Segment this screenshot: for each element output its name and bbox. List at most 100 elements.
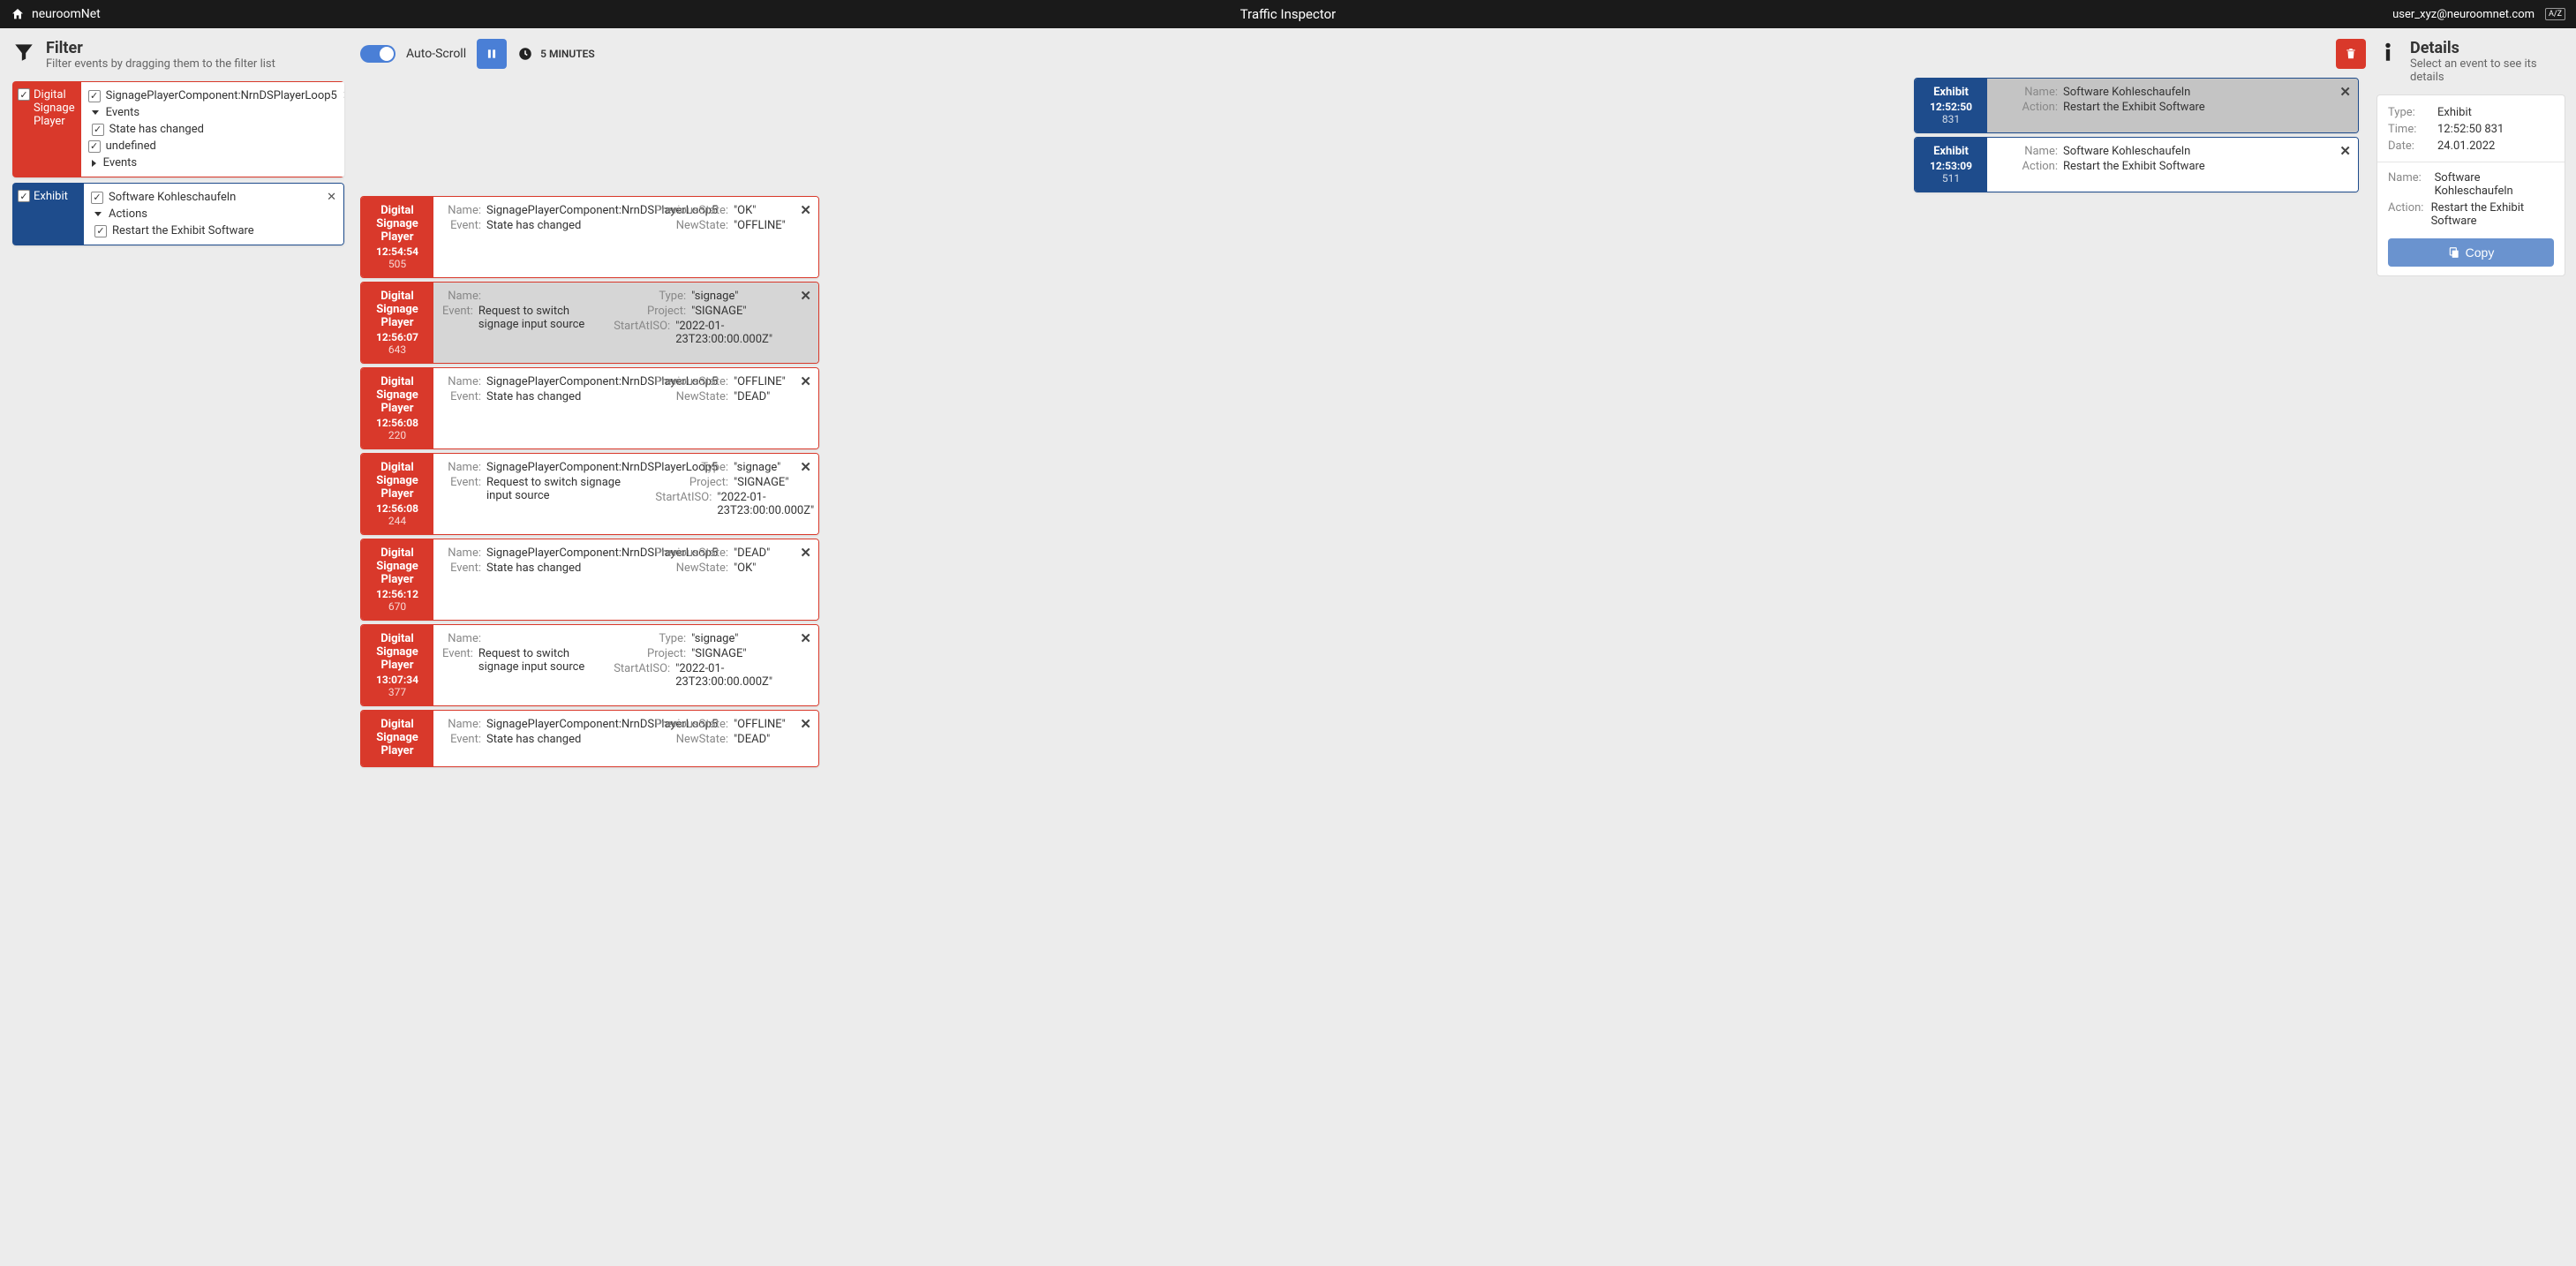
event-close-icon[interactable]: ✕ — [2339, 84, 2351, 100]
event-key: StartAtISO: — [612, 320, 675, 346]
details-title: Details — [2410, 39, 2565, 57]
checkbox[interactable] — [88, 90, 101, 102]
filter-row[interactable]: Software Kohleschaufeln ✕ — [91, 189, 336, 206]
details-value: Restart the Exhibit Software — [2431, 201, 2554, 228]
event-value: "SIGNAGE" — [734, 476, 788, 489]
brand-name[interactable]: neuroomNet — [32, 7, 101, 21]
event-key: NewState: — [654, 733, 734, 746]
filter-group-checkbox[interactable] — [18, 190, 30, 202]
event-card[interactable]: Digital Signage Player12:56:08 244Name:S… — [360, 453, 819, 535]
pause-button[interactable] — [477, 39, 507, 69]
filter-row[interactable]: Restart the Exhibit Software — [91, 222, 336, 239]
event-tag: Digital Signage Player12:56:12 670 — [361, 539, 433, 620]
filter-row[interactable]: Actions — [91, 206, 336, 222]
filter-group-label[interactable]: Exhibit — [12, 183, 83, 245]
event-key: NewState: — [654, 561, 734, 575]
filter-group-checkbox[interactable] — [18, 88, 30, 101]
event-close-icon[interactable]: ✕ — [800, 459, 811, 475]
details-value: 12:52:50 831 — [2437, 123, 2504, 136]
event-card[interactable]: Exhibit12:52:50 831Name:Software Kohlesc… — [1914, 78, 2359, 133]
event-value: "OK" — [734, 561, 756, 575]
filter-icon — [12, 41, 35, 64]
event-key: StartAtISO: — [654, 491, 717, 517]
event-card[interactable]: Digital Signage Player12:56:12 670Name:S… — [360, 539, 819, 621]
event-key: Name: — [1996, 86, 2063, 99]
event-close-icon[interactable]: ✕ — [800, 288, 811, 304]
event-key: Name: — [442, 204, 486, 217]
event-value: SignagePlayerComponent:NrnDSPlayerLoop5 — [486, 204, 645, 217]
event-card[interactable]: Digital Signage Player12:56:08 220Name:S… — [360, 367, 819, 449]
caret-icon — [94, 212, 102, 216]
details-card: Type:ExhibitTime:12:52:50 831Date:24.01.… — [2376, 94, 2565, 276]
event-card[interactable]: Digital Signage Player Name:SignagePlaye… — [360, 710, 819, 767]
event-key: Event: — [442, 647, 478, 674]
autoscroll-toggle[interactable] — [360, 45, 395, 63]
filter-subtitle: Filter events by dragging them to the fi… — [46, 57, 275, 71]
event-close-icon[interactable]: ✕ — [800, 630, 811, 646]
filter-row[interactable]: State has changed — [88, 121, 344, 138]
event-close-icon[interactable]: ✕ — [800, 545, 811, 561]
event-tag: Digital Signage Player12:56:08 244 — [361, 454, 433, 534]
event-value: "DEAD" — [734, 390, 770, 403]
copy-button[interactable]: Copy — [2388, 238, 2554, 267]
event-tag: Exhibit12:52:50 831 — [1915, 79, 1987, 132]
event-key: PreviousState: — [654, 718, 734, 731]
event-tag: Digital Signage Player13:07:34 377 — [361, 625, 433, 705]
details-key: Action: — [2388, 201, 2431, 228]
filter-row-text: Actions — [109, 207, 147, 221]
event-card[interactable]: Digital Signage Player13:07:34 377Name:E… — [360, 624, 819, 706]
copy-label: Copy — [2466, 245, 2495, 260]
filter-row[interactable]: Events — [88, 104, 344, 121]
event-value: "OFFLINE" — [734, 219, 786, 232]
language-icon[interactable]: A/Z — [2545, 8, 2565, 20]
event-card[interactable]: Digital Signage Player12:56:07 643Name:E… — [360, 282, 819, 364]
checkbox[interactable] — [92, 124, 104, 136]
details-key: Date: — [2388, 139, 2437, 153]
event-key: Project: — [654, 476, 734, 489]
event-value: Restart the Exhibit Software — [2063, 160, 2205, 173]
event-close-icon[interactable]: ✕ — [800, 373, 811, 389]
details-key: Time: — [2388, 123, 2437, 136]
checkbox[interactable] — [91, 192, 103, 204]
copy-icon — [2448, 246, 2460, 259]
event-card[interactable]: Digital Signage Player12:54:54 505Name:S… — [360, 196, 819, 278]
event-close-icon[interactable]: ✕ — [800, 202, 811, 218]
remove-filter-icon[interactable]: ✕ — [327, 191, 336, 204]
event-key: Event: — [442, 390, 486, 403]
event-value: "2022-01-23T23:00:00.000Z" — [717, 491, 819, 517]
user-email[interactable]: user_xyz@neuroomnet.com — [2392, 8, 2535, 21]
filter-row[interactable]: Events — [88, 154, 344, 171]
event-close-icon[interactable]: ✕ — [2339, 143, 2351, 159]
event-tag: Exhibit12:53:09 511 — [1915, 138, 1987, 192]
interval-label[interactable]: 5 MINUTES — [540, 48, 595, 60]
caret-icon — [92, 110, 99, 115]
filter-row[interactable]: undefined — [88, 138, 344, 154]
caret-icon — [92, 160, 96, 167]
event-tag: Digital Signage Player12:56:07 643 — [361, 283, 433, 363]
checkbox[interactable] — [88, 140, 101, 153]
details-header: Details Select an event to see its detai… — [2376, 39, 2565, 84]
home-icon[interactable] — [11, 7, 25, 21]
event-value: "OFFLINE" — [734, 718, 786, 731]
filter-row[interactable]: SignagePlayerComponent:NrnDSPlayerLoop5✕ — [88, 87, 344, 104]
event-key: Name: — [442, 546, 486, 560]
clear-button[interactable] — [2336, 39, 2366, 69]
event-value: "OK" — [734, 204, 756, 217]
event-card[interactable]: Exhibit12:53:09 511Name:Software Kohlesc… — [1914, 137, 2359, 192]
event-value: Request to switch signage input source — [478, 647, 603, 674]
event-key: NewState: — [654, 390, 734, 403]
details-value: Software Kohleschaufeln — [2435, 171, 2554, 198]
pause-icon — [486, 48, 498, 60]
event-value: "SIGNAGE" — [691, 647, 746, 660]
filter-group-label[interactable]: Digital Signage Player — [12, 81, 80, 177]
event-close-icon[interactable]: ✕ — [800, 716, 811, 732]
event-value: Restart the Exhibit Software — [2063, 101, 2205, 114]
remove-filter-icon[interactable]: ✕ — [343, 89, 344, 102]
info-icon — [2376, 41, 2399, 64]
event-key: Event: — [442, 476, 486, 502]
filter-row-text: Software Kohleschaufeln — [109, 191, 236, 204]
event-value: State has changed — [486, 219, 581, 232]
filter-row-text: Restart the Exhibit Software — [112, 224, 254, 237]
checkbox[interactable] — [94, 225, 107, 237]
event-value: "signage" — [691, 290, 738, 303]
